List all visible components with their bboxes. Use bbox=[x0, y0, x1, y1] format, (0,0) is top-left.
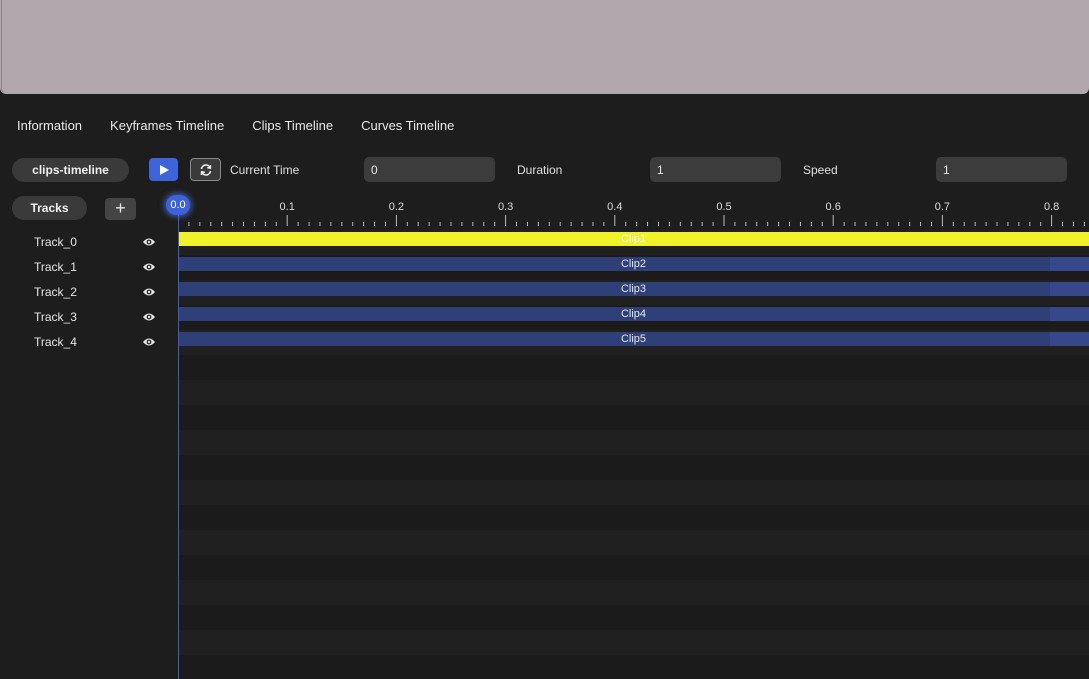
timeline-row[interactable] bbox=[178, 505, 1089, 530]
viewport-frame bbox=[1, 0, 1089, 94]
track-list: Track_0 Track_1 Track_2 Track_3 Track_4 bbox=[0, 230, 170, 355]
visibility-eye-icon[interactable] bbox=[142, 261, 156, 273]
track-name: Track_3 bbox=[34, 310, 77, 324]
ruler-tick-label: 0.1 bbox=[280, 201, 295, 213]
clip-block[interactable]: Clip4 bbox=[178, 307, 1089, 321]
timeline-row[interactable] bbox=[178, 355, 1089, 380]
timeline-row[interactable] bbox=[178, 405, 1089, 430]
timeline-row[interactable]: Clip2 bbox=[178, 255, 1089, 280]
timeline-row[interactable]: Clip4 bbox=[178, 305, 1089, 330]
time-ruler[interactable]: 0.1 0.2 0.3 0.4 0.5 0.6 0.7 0.8 bbox=[178, 195, 1089, 228]
visibility-eye-icon[interactable] bbox=[142, 286, 156, 298]
timeline-row[interactable] bbox=[178, 555, 1089, 580]
clip-block[interactable]: Clip3 bbox=[178, 282, 1089, 296]
timeline-row[interactable]: Clip1 bbox=[178, 230, 1089, 255]
timeline-row[interactable] bbox=[178, 655, 1089, 679]
tab-keyframes-timeline[interactable]: Keyframes Timeline bbox=[110, 118, 224, 134]
track-row[interactable]: Track_2 bbox=[0, 280, 170, 305]
clip-block[interactable]: Clip2 bbox=[178, 257, 1089, 271]
ruler-tick-label: 0.4 bbox=[607, 201, 622, 213]
play-icon bbox=[159, 164, 169, 175]
track-row[interactable]: Track_3 bbox=[0, 305, 170, 330]
tab-information[interactable]: Information bbox=[17, 118, 82, 134]
current-time-label: Current Time bbox=[230, 163, 300, 177]
timeline-name-badge: clips-timeline bbox=[12, 158, 129, 182]
timeline-row[interactable]: Clip5 bbox=[178, 330, 1089, 355]
track-name: Track_4 bbox=[34, 335, 77, 349]
track-name: Track_1 bbox=[34, 260, 77, 274]
current-time-input[interactable] bbox=[364, 157, 495, 182]
timeline-row[interactable] bbox=[178, 605, 1089, 630]
track-name: Track_0 bbox=[34, 235, 77, 249]
loop-button[interactable] bbox=[190, 158, 221, 181]
play-button[interactable] bbox=[149, 158, 178, 181]
add-track-button[interactable]: + bbox=[105, 198, 136, 220]
playhead-handle[interactable]: 0.0 bbox=[166, 195, 190, 215]
timeline-tabs: Information Keyframes Timeline Clips Tim… bbox=[17, 118, 482, 134]
timeline-row[interactable] bbox=[178, 580, 1089, 605]
tab-clips-timeline[interactable]: Clips Timeline bbox=[252, 118, 333, 134]
clip-block[interactable]: Clip1 bbox=[178, 232, 1089, 246]
track-name: Track_2 bbox=[34, 285, 77, 299]
scene-viewport[interactable] bbox=[0, 0, 1089, 94]
track-row[interactable]: Track_0 bbox=[0, 230, 170, 255]
clip-block[interactable]: Clip5 bbox=[178, 332, 1089, 346]
speed-input[interactable] bbox=[936, 157, 1067, 182]
visibility-eye-icon[interactable] bbox=[142, 336, 156, 348]
visibility-eye-icon[interactable] bbox=[142, 236, 156, 248]
ruler-tick-label: 0.2 bbox=[389, 201, 404, 213]
ruler-tick-label: 0.3 bbox=[498, 201, 513, 213]
timeline-row[interactable] bbox=[178, 430, 1089, 455]
tab-curves-timeline[interactable]: Curves Timeline bbox=[361, 118, 454, 134]
duration-label: Duration bbox=[517, 163, 563, 177]
loop-icon bbox=[200, 163, 211, 176]
track-row[interactable]: Track_1 bbox=[0, 255, 170, 280]
timeline-row[interactable] bbox=[178, 630, 1089, 655]
tracks-header: Tracks bbox=[12, 196, 87, 220]
timeline-row[interactable] bbox=[178, 455, 1089, 480]
timeline-row[interactable] bbox=[178, 480, 1089, 505]
ruler-tick-label: 0.5 bbox=[716, 201, 731, 213]
clips-timeline-area[interactable]: 0.1 0.2 0.3 0.4 0.5 0.6 0.7 0.8 Clip1 Clip2 Clip3… bbox=[178, 195, 1089, 679]
timeline-rows: Clip1 Clip2 Clip3 Clip4 Clip5 bbox=[178, 230, 1089, 679]
ruler-tick-label: 0.8 bbox=[1044, 201, 1059, 213]
visibility-eye-icon[interactable] bbox=[142, 311, 156, 323]
ruler-tick-label: 0.7 bbox=[935, 201, 950, 213]
speed-label: Speed bbox=[803, 163, 838, 177]
timeline-row[interactable] bbox=[178, 530, 1089, 555]
duration-input[interactable] bbox=[650, 157, 781, 182]
timeline-row[interactable]: Clip3 bbox=[178, 280, 1089, 305]
timeline-row[interactable] bbox=[178, 380, 1089, 405]
playhead-line[interactable] bbox=[178, 205, 179, 679]
ruler-tick-label: 0.6 bbox=[826, 201, 841, 213]
track-row[interactable]: Track_4 bbox=[0, 330, 170, 355]
timeline-controls: clips-timeline Current Time Duration Spe… bbox=[12, 157, 1089, 183]
